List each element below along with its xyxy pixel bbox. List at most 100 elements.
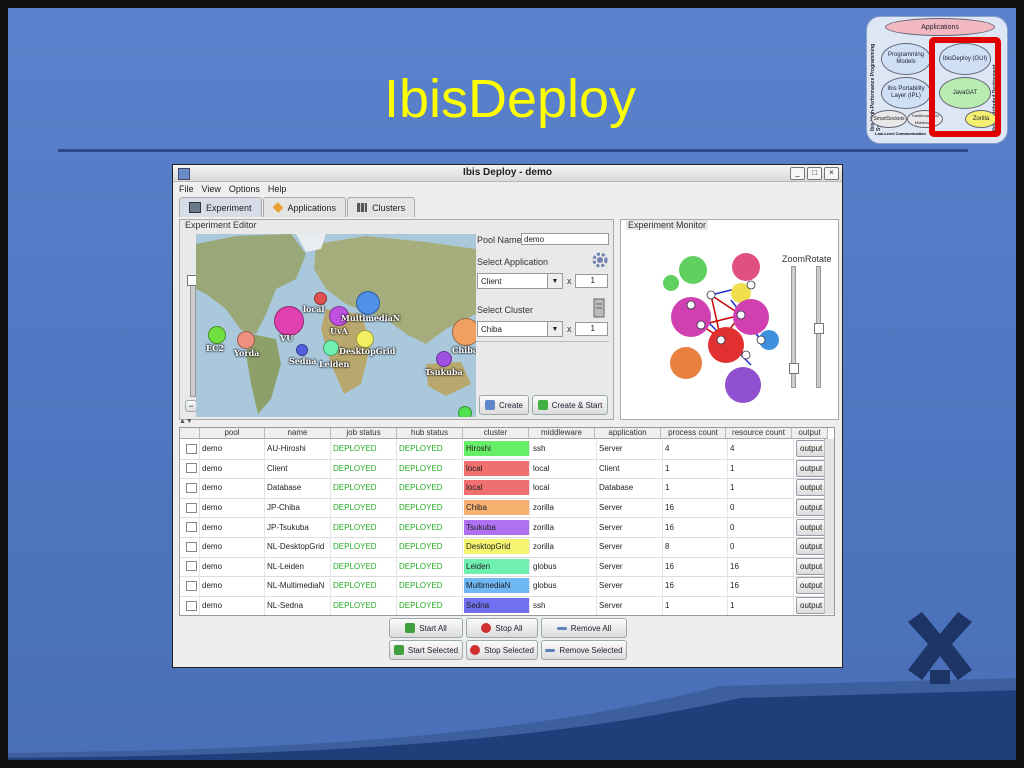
split-pane-arrows[interactable]: ▲▼ [179,418,193,425]
table-row[interactable]: demo JP-Tsukuba DEPLOYED DEPLOYED Tsukuba zor… [180,517,830,538]
map-marker-ec2[interactable] [208,326,226,344]
output-button[interactable]: output [796,597,827,615]
server-icon [593,298,605,318]
create-button[interactable]: Create [479,395,529,415]
name-cell: NL-Leiden [265,556,331,577]
table-row[interactable]: demo Database DEPLOYED DEPLOYED local local Da… [180,478,830,499]
col-middleware[interactable]: middleware [529,428,595,438]
world-map[interactable]: local MultimediaN VU UvA EC2 Yorda Deskt… [196,234,476,417]
map-marker-multimedian[interactable] [356,291,380,315]
table-row[interactable]: demo NL-Sedna DEPLOYED DEPLOYED Sedna ssh Serv… [180,595,830,615]
cluster-cell: Chiba [464,500,530,516]
checkbox[interactable] [186,580,197,591]
output-button[interactable]: output [796,459,827,477]
minimize-button[interactable]: _ [790,167,805,180]
map-marker-green-extra[interactable] [458,406,472,417]
table-row[interactable]: demo Client DEPLOYED DEPLOYED local local Clie… [180,458,830,480]
maximize-button[interactable]: □ [807,167,822,180]
output-button[interactable]: output [796,518,827,536]
checkbox[interactable] [186,502,197,513]
remove-all-button[interactable]: Remove All [541,618,627,638]
stop-selected-button[interactable]: Stop Selected [466,640,538,660]
col-cluster[interactable]: cluster [463,428,529,438]
pool-name-label: Pool Name: [477,235,525,245]
row-checkbox[interactable] [180,595,200,615]
create-and-start-button[interactable]: Create & Start [532,395,608,415]
tab-applications[interactable]: Applications [262,197,347,217]
col-output[interactable]: output [792,428,828,438]
menu-options[interactable]: Options [229,184,260,194]
middleware-cell-text: local [533,483,550,493]
output-button[interactable]: output [796,577,827,595]
job-status-cell: DEPLOYED [331,439,397,459]
close-button[interactable]: × [824,167,839,180]
window-titlebar[interactable]: Ibis Deploy - demo _ □ × [173,165,842,182]
start-selected-button[interactable]: Start Selected [389,640,463,660]
hub-status-cell: DEPLOYED [397,458,463,479]
map-marker-yorda[interactable] [237,331,255,349]
cluster-cell: local [464,480,530,496]
pool-name-input[interactable]: demo [521,233,609,245]
row-checkbox[interactable] [180,439,200,459]
row-checkbox[interactable] [180,478,200,498]
table-scrollbar[interactable] [824,439,834,614]
tab-experiment[interactable]: Experiment [179,197,262,217]
map-marker-sedna[interactable] [296,344,308,356]
col-name[interactable]: name [265,428,331,438]
output-button[interactable]: output [796,557,827,575]
map-label-yorda: Yorda [234,348,260,358]
resource-count-cell-text: 16 [730,561,739,571]
application-select[interactable]: Client ▼ [477,273,563,289]
map-marker-chiba[interactable] [452,318,476,346]
output-button[interactable]: output [796,440,827,458]
table-row[interactable]: demo NL-Leiden DEPLOYED DEPLOYED Leiden globu… [180,556,830,578]
map-marker-leiden[interactable] [323,340,339,356]
checkbox[interactable] [186,541,197,552]
col-process-count[interactable]: process count [661,428,726,438]
checkbox[interactable] [186,482,197,493]
row-checkbox[interactable] [180,458,200,479]
row-checkbox[interactable] [180,497,200,518]
network-graph[interactable] [651,245,791,411]
middleware-cell-text: zorilla [533,503,554,513]
start-all-button[interactable]: Start All [389,618,463,638]
row-checkbox[interactable] [180,576,200,596]
checkbox[interactable] [186,561,197,572]
menu-view[interactable]: View [202,184,221,194]
table-row[interactable]: demo AU-Hiroshi DEPLOYED DEPLOYED Hiroshi ssh… [180,439,830,460]
col-pool[interactable]: pool [200,428,265,438]
table-row[interactable]: demo NL-DesktopGrid DEPLOYED DEPLOYED Deskto… [180,537,830,558]
row-checkbox[interactable] [180,537,200,557]
col-hub-status[interactable]: hub status [397,428,463,438]
process-count-cell: 4 [663,439,728,459]
output-button[interactable]: output [796,479,827,497]
col-job-status[interactable]: job status [331,428,397,438]
hub-status-cell-text: DEPLOYED [399,522,443,532]
row-checkbox[interactable] [180,556,200,577]
output-button[interactable]: output [796,499,827,517]
checkbox[interactable] [186,522,197,533]
checkbox[interactable] [186,443,197,454]
col-resource-count[interactable]: resource count [726,428,792,438]
checkbox[interactable] [186,463,197,474]
monitor-rotate-handle[interactable] [814,323,824,334]
cluster-cell-text: local [466,463,483,473]
remove-selected-button[interactable]: Remove Selected [541,640,627,660]
stop-all-button[interactable]: Stop All [466,618,538,638]
table-row[interactable]: demo NL-MultimediaN DEPLOYED DEPLOYED Multim… [180,576,830,597]
output-button[interactable]: output [796,538,827,556]
table-row[interactable]: demo JP-Chiba DEPLOYED DEPLOYED Chiba zorilla… [180,497,830,519]
cluster-select[interactable]: Chiba ▼ [477,321,563,337]
col-select[interactable] [180,428,200,438]
map-marker-tsukuba[interactable] [436,351,452,367]
menu-help[interactable]: Help [268,184,287,194]
checkbox[interactable] [186,600,197,611]
row-checkbox[interactable] [180,517,200,537]
map-marker-vu[interactable] [274,306,304,336]
process-count-cell: 16 [663,556,728,577]
cluster-count-spinner[interactable]: 1 [575,322,608,336]
menu-file[interactable]: File [179,184,194,194]
col-application[interactable]: application [595,428,661,438]
application-count-spinner[interactable]: 1 [575,274,608,288]
tab-clusters[interactable]: Clusters [347,197,416,217]
